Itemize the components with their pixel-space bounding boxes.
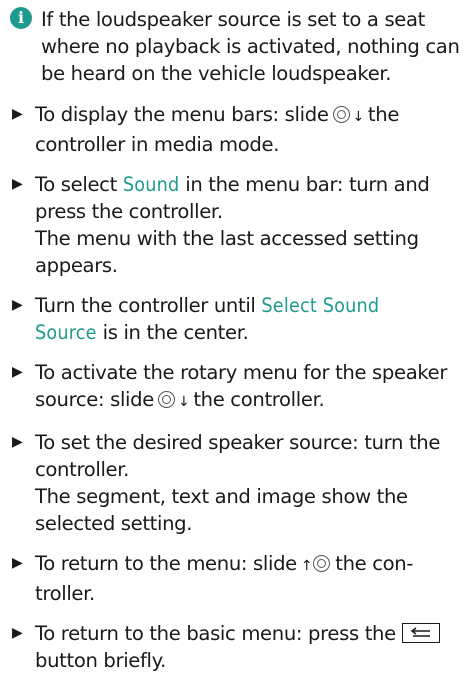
step-text: To display the menu bars: slide [35, 103, 329, 126]
step-text: the [367, 103, 400, 126]
menu-term-source: Source [35, 321, 97, 344]
menu-term-sound: Sound [122, 173, 180, 196]
step-return-to-menu: ▶ To return to the menu: slide ↑ the con- … [10, 550, 466, 607]
info-text: If the loudspeaker source is set to a se… [41, 6, 460, 87]
step-result-text: appears. [35, 254, 118, 277]
bullet-arrow-icon: ▶ [12, 106, 23, 122]
controller-icon [332, 106, 350, 123]
step-text: controller. [35, 458, 130, 481]
step-text: troller. [35, 582, 95, 605]
bullet-arrow-icon: ▶ [12, 176, 23, 192]
step-text: To return to the menu: slide [35, 552, 297, 575]
step-return-to-basic-menu: ▶ To return to the basic menu: press the… [10, 620, 466, 674]
info-note: i If the loudspeaker source is set to a … [10, 6, 466, 87]
step-text: button briefly. [35, 649, 166, 672]
step-result-text: The segment, text and image show the [35, 485, 408, 508]
slide-down-arrow-icon: ↓ [352, 109, 365, 125]
info-line: If the loudspeaker source is set to a se… [41, 8, 426, 31]
step-text: press the controller. [35, 200, 223, 223]
step-text: To return to the basic menu: press the [35, 622, 396, 645]
bullet-arrow-icon: ▶ [12, 434, 23, 450]
info-line: where no playback is activated, nothing … [41, 35, 460, 58]
step-text: the controller. [193, 388, 325, 411]
step-select-sound: ▶ To select Sound in the menu bar: turn … [10, 171, 466, 279]
controller-icon [157, 391, 175, 408]
step-set-speaker-source: ▶ To set the desired speaker source: tur… [10, 429, 466, 537]
manual-page: i If the loudspeaker source is set to a … [10, 6, 466, 687]
step-result-text: The menu with the last accessed setting [35, 227, 419, 250]
info-line: be heard on the vehicle loudspeaker. [41, 62, 392, 85]
step-activate-rotary-menu: ▶ To activate the rotary menu for the sp… [10, 359, 466, 416]
back-button-icon [401, 623, 440, 643]
bullet-arrow-icon: ▶ [12, 364, 23, 380]
step-turn-controller: ▶ Turn the controller until Select Sound… [10, 292, 466, 346]
step-display-menu-bars: ▶ To display the menu bars: slide ↓ the co… [10, 101, 466, 158]
step-text: To activate the rotary menu for the spea… [35, 361, 448, 384]
bullet-arrow-icon: ▶ [12, 297, 23, 313]
step-text: the con- [335, 552, 414, 575]
step-text: is in the center. [102, 321, 249, 344]
slide-down-arrow-icon: ↓ [177, 394, 190, 410]
step-text: To set the desired speaker source: turn … [35, 431, 441, 454]
step-text: source: slide [35, 388, 154, 411]
step-text: Turn the controller until [35, 294, 256, 317]
controller-icon [313, 555, 331, 572]
bullet-arrow-icon: ▶ [12, 625, 23, 641]
slide-up-arrow-icon: ↑ [300, 558, 313, 574]
menu-term-select-sound: Select Sound [261, 294, 380, 317]
step-text: To select [35, 173, 117, 196]
step-result-text: selected setting. [35, 512, 193, 535]
info-icon: i [10, 7, 32, 29]
step-text: controller in media mode. [35, 133, 280, 156]
step-text: in the menu bar: turn and [185, 173, 430, 196]
bullet-arrow-icon: ▶ [12, 555, 23, 571]
